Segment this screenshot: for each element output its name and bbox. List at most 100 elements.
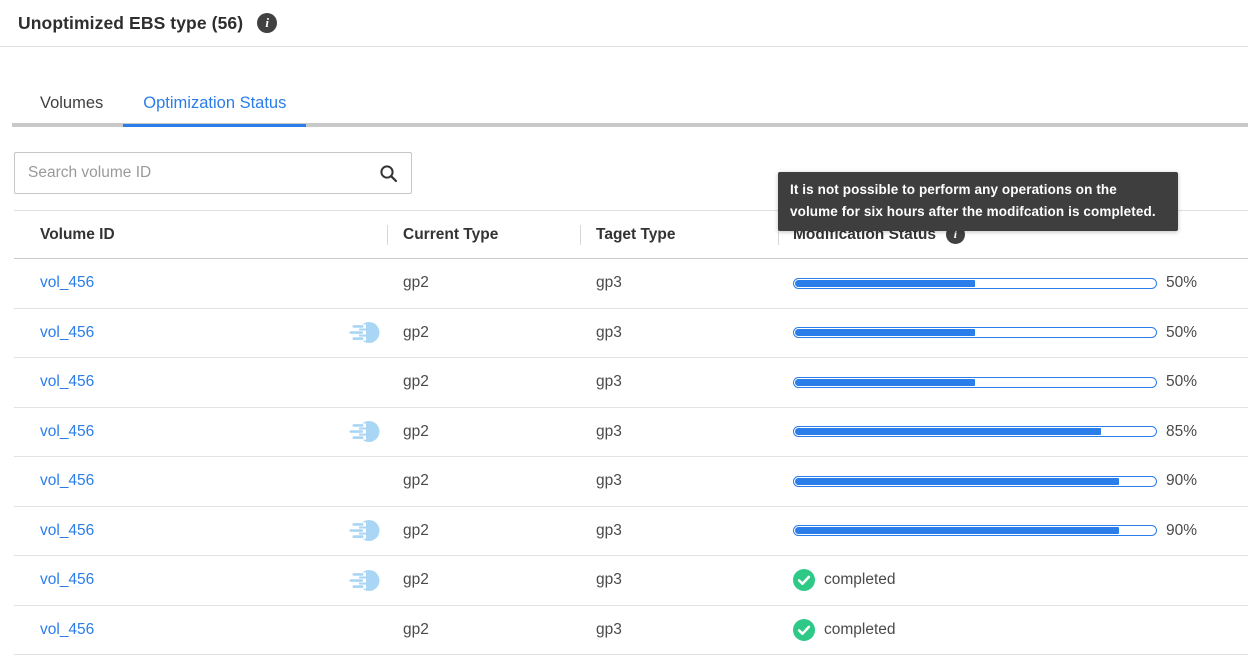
search-input[interactable]: [28, 164, 379, 182]
table-row: vol_456 gp2 gp3 completed: [14, 606, 1248, 656]
current-type-value: gp2: [403, 571, 429, 589]
progress-bar: [793, 377, 1157, 388]
current-type-cell: gp2: [387, 324, 580, 342]
speed-icon: [346, 320, 381, 345]
progress-bar-fill: [795, 379, 975, 386]
volume-id-link[interactable]: vol_456: [40, 373, 94, 391]
volume-id-link[interactable]: vol_456: [40, 423, 94, 441]
status-indicator: 50%: [793, 373, 1197, 391]
status-indicator: 50%: [793, 274, 1197, 292]
table-row: vol_456 gp2 gp3 85%: [14, 408, 1248, 458]
target-type-value: gp3: [596, 472, 622, 490]
column-header-current-type: Current Type: [387, 211, 580, 258]
current-type-cell: gp2: [387, 423, 580, 441]
progress-bar: [793, 426, 1157, 437]
current-type-value: gp2: [403, 373, 429, 391]
status-indicator: 85%: [793, 423, 1197, 441]
info-icon[interactable]: i: [257, 13, 277, 33]
target-type-cell: gp3: [580, 472, 778, 490]
progress-percent-label: 50%: [1166, 373, 1197, 391]
modification-status-cell: completed: [778, 569, 1248, 591]
progress-bar-fill: [795, 428, 1101, 435]
speed-icon: [346, 518, 381, 543]
tooltip-text: It is not possible to perform any operat…: [790, 182, 1156, 219]
target-type-cell: gp3: [580, 274, 778, 292]
table-row: vol_456 gp2 gp3 50%: [14, 358, 1248, 408]
tooltip: It is not possible to perform any operat…: [778, 172, 1178, 231]
status-indicator: 90%: [793, 472, 1197, 490]
status-indicator: 90%: [793, 522, 1197, 540]
tab-optimization-status[interactable]: Optimization Status: [123, 85, 306, 127]
table-row: vol_456 gp2 gp3 90%: [14, 507, 1248, 557]
status-indicator: completed: [793, 619, 896, 641]
search-icon[interactable]: [379, 164, 398, 183]
column-header-volume-id: Volume ID: [14, 211, 387, 258]
optimization-table: Volume ID Current Type Taget Type Modifi…: [14, 210, 1248, 656]
current-type-cell: gp2: [387, 621, 580, 639]
current-type-value: gp2: [403, 274, 429, 292]
current-type-cell: gp2: [387, 522, 580, 540]
column-header-target-type: Taget Type: [580, 211, 778, 258]
progress-bar-fill: [795, 478, 1119, 485]
target-type-cell: gp3: [580, 571, 778, 589]
search-box: [14, 152, 412, 194]
progress-percent-label: 50%: [1166, 324, 1197, 342]
volume-id-link[interactable]: vol_456: [40, 274, 94, 292]
volume-id-link[interactable]: vol_456: [40, 571, 94, 589]
modification-status-cell: 85%: [778, 423, 1248, 441]
volume-id-link[interactable]: vol_456: [40, 324, 94, 342]
status-indicator: completed: [793, 569, 896, 591]
table-row: vol_456 gp2 gp3 50%: [14, 259, 1248, 309]
speed-icon: [346, 568, 381, 593]
progress-percent-label: 90%: [1166, 522, 1197, 540]
target-type-value: gp3: [596, 324, 622, 342]
volume-id-cell: vol_456: [14, 518, 387, 543]
completed-check-icon: [793, 619, 815, 641]
target-type-value: gp3: [596, 571, 622, 589]
column-header-label: Volume ID: [40, 226, 115, 244]
progress-percent-label: 85%: [1166, 423, 1197, 441]
column-header-label: Taget Type: [596, 226, 676, 244]
volume-id-cell: vol_456: [14, 621, 387, 639]
page-title: Unoptimized EBS type (56): [18, 13, 243, 34]
completed-status-label: completed: [824, 621, 896, 639]
target-type-cell: gp3: [580, 621, 778, 639]
progress-percent-label: 90%: [1166, 472, 1197, 490]
status-indicator: 50%: [793, 324, 1197, 342]
volume-id-link[interactable]: vol_456: [40, 472, 94, 490]
current-type-cell: gp2: [387, 274, 580, 292]
tab-optimization-status-label: Optimization Status: [143, 94, 286, 113]
current-type-value: gp2: [403, 522, 429, 540]
completed-check-icon: [793, 569, 815, 591]
table-row: vol_456 gp2 gp3 completed: [14, 556, 1248, 606]
progress-bar: [793, 525, 1157, 536]
target-type-cell: gp3: [580, 373, 778, 391]
target-type-value: gp3: [596, 522, 622, 540]
volume-id-cell: vol_456: [14, 320, 387, 345]
speed-icon: [346, 419, 381, 444]
target-type-value: gp3: [596, 621, 622, 639]
volume-id-cell: vol_456: [14, 373, 387, 391]
volume-id-cell: vol_456: [14, 472, 387, 490]
tab-bar: Volumes Optimization Status: [0, 85, 1248, 127]
progress-bar: [793, 278, 1157, 289]
progress-percent-label: 50%: [1166, 274, 1197, 292]
modification-status-cell: 50%: [778, 373, 1248, 391]
target-type-value: gp3: [596, 274, 622, 292]
current-type-value: gp2: [403, 472, 429, 490]
volume-id-cell: vol_456: [14, 568, 387, 593]
volume-id-cell: vol_456: [14, 419, 387, 444]
progress-bar-fill: [795, 527, 1119, 534]
current-type-cell: gp2: [387, 571, 580, 589]
modification-status-cell: 90%: [778, 522, 1248, 540]
target-type-cell: gp3: [580, 423, 778, 441]
tab-volumes-label: Volumes: [40, 94, 103, 113]
modification-status-cell: 50%: [778, 324, 1248, 342]
target-type-value: gp3: [596, 423, 622, 441]
progress-bar-fill: [795, 329, 975, 336]
tab-volumes[interactable]: Volumes: [20, 85, 123, 127]
volume-id-link[interactable]: vol_456: [40, 621, 94, 639]
volume-id-link[interactable]: vol_456: [40, 522, 94, 540]
modification-status-cell: 50%: [778, 274, 1248, 292]
table-row: vol_456 gp2 gp3 50%: [14, 309, 1248, 359]
